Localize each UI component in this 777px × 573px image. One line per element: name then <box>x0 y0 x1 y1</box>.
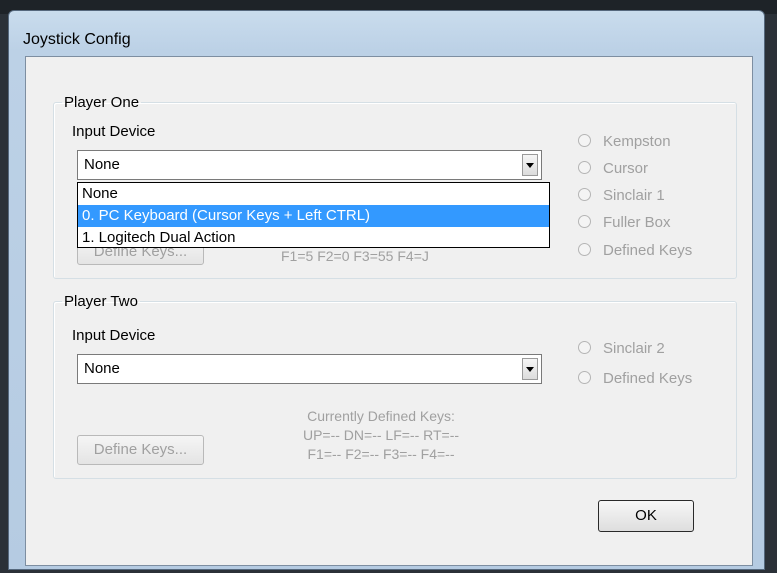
player-one-device-select[interactable]: None <box>77 150 542 180</box>
player-one-legend: Player One <box>64 94 140 111</box>
chevron-down-icon[interactable] <box>522 358 538 380</box>
player-one-keys-text: F1=5 F2=0 F3=55 F4=J <box>281 248 429 264</box>
dropdown-option-none[interactable]: None <box>78 183 549 205</box>
radio-cursor[interactable]: Cursor <box>578 160 648 177</box>
keys-line-2: F1=-- F2=-- F3=-- F4=-- <box>307 446 455 462</box>
player-two-input-device-label: Input Device <box>72 327 156 344</box>
radio-defined-keys-p1[interactable]: Defined Keys <box>578 242 692 259</box>
radio-circle-icon <box>578 340 591 354</box>
dropdown-option-pc-keyboard[interactable]: 0. PC Keyboard (Cursor Keys + Left CTRL) <box>78 205 549 227</box>
radio-kempston[interactable]: Kempston <box>578 133 671 150</box>
ok-button[interactable]: OK <box>598 500 694 532</box>
radio-fuller-box[interactable]: Fuller Box <box>578 214 671 231</box>
radio-sinclair-2[interactable]: Sinclair 2 <box>578 340 665 357</box>
radio-circle-icon <box>578 160 591 174</box>
radio-sinclair-1[interactable]: Sinclair 1 <box>578 187 665 204</box>
player-two-keys-panel: Currently Defined Keys: UP=-- DN=-- LF=-… <box>276 407 486 464</box>
radio-circle-icon <box>578 214 591 228</box>
player-two-define-keys-button[interactable]: Define Keys... <box>77 435 204 465</box>
player-one-device-value: None <box>84 156 120 173</box>
radio-circle-icon <box>578 187 591 201</box>
player-two-legend: Player Two <box>64 293 138 310</box>
keys-line-1: UP=-- DN=-- LF=-- RT=-- <box>302 427 460 443</box>
chevron-down-icon[interactable] <box>522 154 538 176</box>
player-two-device-value: None <box>84 360 120 377</box>
dialog-client-area: Player One Input Device None None 0. PC … <box>25 56 753 566</box>
dropdown-option-logitech[interactable]: 1. Logitech Dual Action <box>78 227 549 249</box>
player-one-input-device-label: Input Device <box>72 123 156 140</box>
radio-defined-keys-p2[interactable]: Defined Keys <box>578 370 692 387</box>
keys-title: Currently Defined Keys: <box>307 408 455 424</box>
radio-circle-icon <box>578 133 591 147</box>
radio-circle-icon <box>578 370 591 384</box>
player-one-device-dropdown[interactable]: None 0. PC Keyboard (Cursor Keys + Left … <box>77 182 550 248</box>
dialog-title: Joystick Config <box>23 31 131 48</box>
radio-circle-icon <box>578 242 591 256</box>
player-two-device-select[interactable]: None <box>77 354 542 384</box>
